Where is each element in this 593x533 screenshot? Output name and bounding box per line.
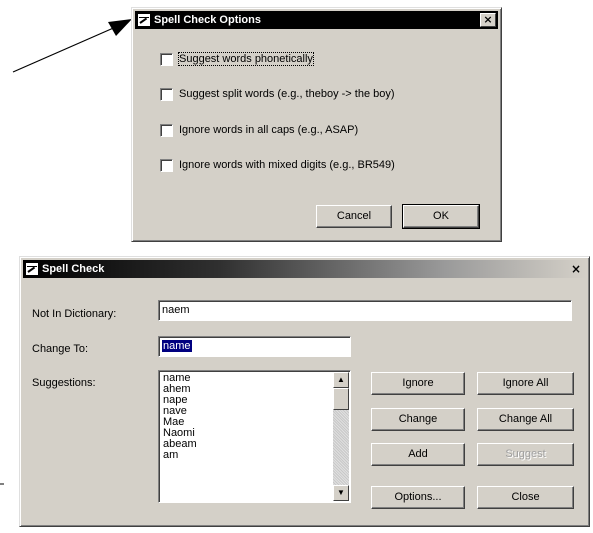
not-in-dictionary-field[interactable]: naem [158, 300, 572, 321]
suggestions-scrollbar[interactable]: ▲ ▼ [333, 372, 349, 501]
change-to-field[interactable]: name [158, 336, 351, 357]
scroll-up-icon[interactable]: ▲ [333, 372, 349, 388]
ignore-digits-checkbox[interactable] [160, 158, 173, 172]
add-button[interactable]: Add [371, 443, 465, 466]
suggestions-list[interactable]: name ahem nape nave Mae Naomi abeam am ▲ ▼ [158, 370, 351, 503]
checkbox-row-digits[interactable]: Ignore words with mixed digits (e.g., BR… [160, 158, 395, 172]
scroll-thumb[interactable] [333, 388, 349, 410]
checkbox-row-split[interactable]: Suggest split words (e.g., theboy -> the… [160, 87, 395, 101]
ignore-digits-checkbox-label: Ignore words with mixed digits (e.g., BR… [179, 159, 395, 171]
suggestions-label: Suggestions: [32, 377, 96, 389]
spell-check-titlebar[interactable]: Spell Check × [23, 260, 586, 278]
split-words-checkbox[interactable] [160, 87, 173, 101]
spell-check-dialog: Spell Check × Not In Dictionary: naem Ch… [19, 256, 590, 527]
options-titlebar[interactable]: Spell Check Options × [135, 11, 498, 29]
checkbox-row-caps[interactable]: Ignore words in all caps (e.g., ASAP) [160, 123, 358, 137]
change-button[interactable]: Change [371, 408, 465, 431]
not-in-dictionary-label: Not In Dictionary: [32, 308, 117, 320]
spell-check-dialog-title: Spell Check [42, 263, 105, 275]
close-icon[interactable]: × [480, 13, 496, 27]
spell-check-app-icon [137, 13, 151, 27]
checkbox-row-phonetic[interactable]: Suggest words phonetically [160, 52, 314, 66]
options-button[interactable]: Options... [371, 486, 465, 509]
cancel-button[interactable]: Cancel [316, 205, 392, 228]
change-to-value: name [162, 340, 192, 352]
phonetic-checkbox-label: Suggest words phonetically [178, 52, 314, 66]
spell-check-options-dialog: Spell Check Options × Suggest words phon… [131, 7, 502, 242]
close-icon[interactable]: × [568, 261, 584, 277]
ignore-caps-checkbox-label: Ignore words in all caps (e.g., ASAP) [179, 124, 359, 136]
suggestion-item[interactable]: am [163, 450, 197, 461]
phonetic-checkbox[interactable] [160, 52, 173, 66]
change-to-label: Change To: [32, 343, 89, 355]
ok-button[interactable]: OK [402, 204, 480, 229]
spell-check-app-icon [25, 262, 39, 276]
suggest-button: Suggest [477, 443, 574, 466]
scroll-down-icon[interactable]: ▼ [333, 485, 349, 501]
change-all-button[interactable]: Change All [477, 408, 574, 431]
ignore-caps-checkbox[interactable] [160, 123, 173, 137]
options-dialog-title: Spell Check Options [154, 14, 261, 26]
ignore-button[interactable]: Ignore [371, 372, 465, 395]
close-button[interactable]: Close [477, 486, 574, 509]
not-in-dictionary-value: naem [162, 304, 190, 316]
ignore-all-button[interactable]: Ignore All [477, 372, 574, 395]
split-words-checkbox-label: Suggest split words (e.g., theboy -> the… [179, 88, 395, 100]
